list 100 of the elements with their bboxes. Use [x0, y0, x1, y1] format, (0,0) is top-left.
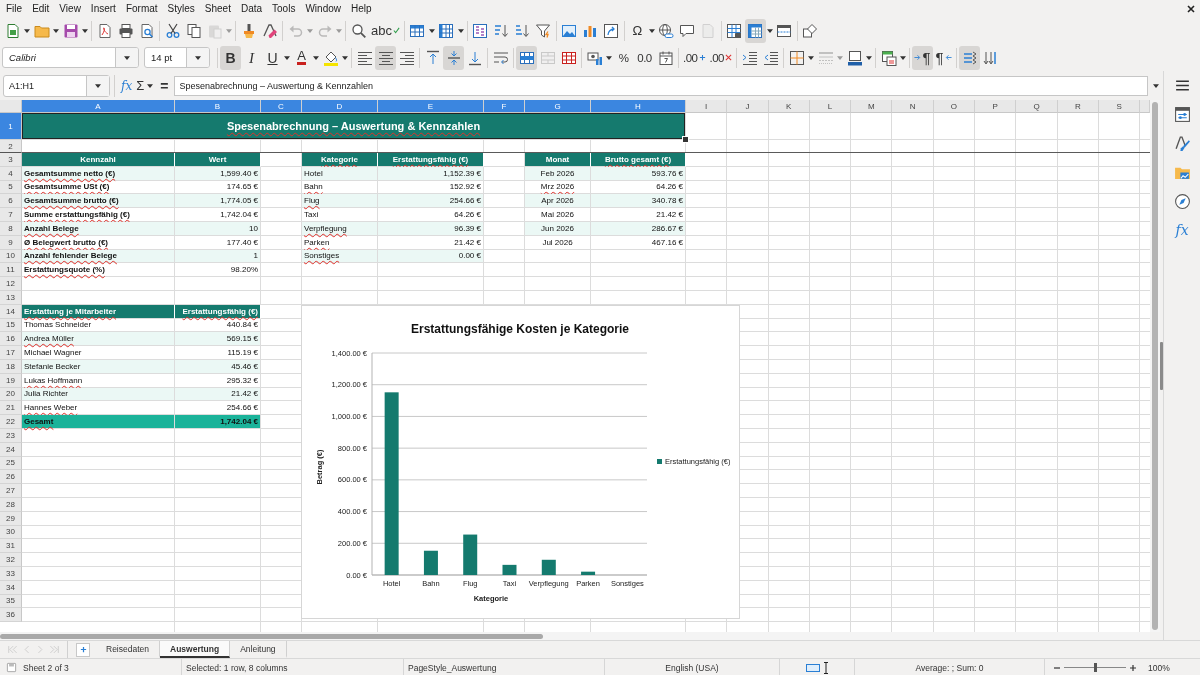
caret-icon[interactable]: [866, 55, 872, 60]
caret-icon[interactable]: [313, 55, 319, 60]
row-header[interactable]: 17: [0, 346, 22, 360]
menu-item[interactable]: Tools: [267, 1, 301, 16]
menu-item[interactable]: Format: [120, 1, 163, 16]
delete-decimal-button[interactable]: .00: [707, 45, 734, 70]
menu-item[interactable]: File: [1, 1, 28, 16]
column-header[interactable]: B: [175, 100, 261, 113]
row-header[interactable]: 11: [0, 263, 22, 278]
caret-icon[interactable]: [606, 55, 612, 60]
sheet-tab[interactable]: Auswertung: [160, 641, 231, 658]
caret-icon[interactable]: [195, 55, 201, 60]
column-header[interactable]: Q: [1016, 100, 1058, 113]
row-header[interactable]: 2: [0, 140, 22, 153]
text-direction-button[interactable]: [959, 45, 980, 70]
column-header[interactable]: L: [809, 100, 852, 113]
caret-icon[interactable]: [457, 28, 464, 33]
caret-icon[interactable]: [147, 83, 154, 88]
right-to-left-button[interactable]: ¶: [933, 45, 954, 70]
row-header[interactable]: 21: [0, 401, 22, 416]
number-format-button[interactable]: 0.0: [634, 45, 655, 70]
caret-icon[interactable]: [82, 28, 88, 33]
resize-handle[interactable]: [1160, 342, 1163, 390]
column-header[interactable]: G: [525, 100, 591, 113]
column-header[interactable]: I: [686, 100, 728, 113]
column-header[interactable]: C: [261, 100, 302, 113]
function-wizard-button[interactable]: fx: [119, 78, 135, 93]
menu-item[interactable]: Sheet: [199, 1, 236, 16]
special-character-button[interactable]: Ω: [626, 18, 648, 43]
caret-icon[interactable]: [808, 55, 814, 60]
menu-item[interactable]: Window: [300, 1, 346, 16]
row-header[interactable]: 26: [0, 470, 22, 485]
name-box[interactable]: A1:H1: [3, 74, 110, 97]
caret-icon[interactable]: [342, 55, 348, 60]
row-header[interactable]: 16: [0, 332, 22, 347]
caret-icon[interactable]: [648, 28, 655, 33]
caret-icon[interactable]: [53, 28, 59, 33]
add-sheet-button[interactable]: [76, 642, 90, 657]
row-header[interactable]: 22: [0, 415, 22, 429]
row-header[interactable]: 1: [0, 113, 22, 140]
italic-button[interactable]: I: [241, 45, 262, 70]
column-header[interactable]: N: [892, 100, 934, 113]
add-decimal-button[interactable]: .00: [681, 45, 708, 70]
row-header[interactable]: 36: [0, 608, 22, 623]
row-header[interactable]: 32: [0, 553, 22, 567]
caret-icon[interactable]: [428, 28, 435, 33]
column-header[interactable]: R: [1057, 100, 1099, 113]
caret-icon[interactable]: [24, 28, 30, 33]
zoom-percentage-text[interactable]: 100%: [1148, 662, 1170, 673]
row-header[interactable]: 12: [0, 277, 22, 291]
row-header[interactable]: 31: [0, 539, 22, 554]
column-header[interactable]: K: [768, 100, 810, 113]
center-vertically-button[interactable]: [443, 45, 464, 70]
caret-icon[interactable]: [124, 55, 130, 60]
column-header[interactable]: A: [22, 100, 175, 113]
column-header[interactable]: P: [975, 100, 1017, 113]
caret-icon[interactable]: [766, 28, 773, 33]
menu-item[interactable]: Edit: [27, 1, 55, 16]
selection-handle-icon[interactable]: [682, 136, 689, 143]
sheet-tab[interactable]: Anleitung: [230, 641, 287, 658]
slider-thumb[interactable]: [1093, 663, 1097, 672]
menu-item[interactable]: View: [54, 1, 86, 16]
column-header[interactable]: S: [1098, 100, 1141, 113]
percent-format-button[interactable]: %: [613, 45, 634, 70]
column-header[interactable]: H: [591, 100, 686, 113]
horizontal-scrollbar[interactable]: [0, 632, 1150, 640]
row-header[interactable]: 3: [0, 153, 22, 167]
row-header[interactable]: 27: [0, 484, 22, 498]
language-text[interactable]: English (USA): [665, 662, 719, 673]
formula-button[interactable]: =: [154, 77, 173, 94]
functions-button[interactable]: fx: [1170, 218, 1194, 242]
underline-button[interactable]: U: [262, 45, 283, 70]
scrollbar-thumb[interactable]: [0, 633, 543, 639]
column-header[interactable]: J: [727, 100, 769, 113]
formula-input-field[interactable]: Spesenabrechnung – Auswertung & Kennzahlen: [174, 75, 1148, 96]
row-header[interactable]: 6: [0, 194, 22, 209]
spelling-button[interactable]: abc: [369, 18, 402, 43]
menu-item[interactable]: Styles: [162, 1, 200, 16]
font-name-field[interactable]: Calibri: [2, 47, 139, 68]
selection-mode-icon[interactable]: [805, 663, 820, 672]
menu-item[interactable]: Help: [346, 1, 377, 16]
bold-button[interactable]: B: [220, 45, 241, 70]
font-size-field[interactable]: 14 pt: [144, 47, 210, 68]
left-to-right-button[interactable]: ¶: [912, 45, 933, 70]
close-icon[interactable]: [1187, 4, 1195, 13]
column-header[interactable]: M: [851, 100, 893, 113]
column-header[interactable]: F: [484, 100, 525, 113]
column-header[interactable]: E: [378, 100, 484, 113]
column-header[interactable]: D: [302, 100, 378, 113]
freeze-rows-columns-button[interactable]: [744, 18, 766, 43]
caret-icon[interactable]: [1153, 83, 1159, 88]
font-color-button[interactable]: A: [291, 45, 312, 70]
caret-icon[interactable]: [95, 83, 101, 88]
plus-icon[interactable]: [1129, 663, 1137, 672]
caret-icon[interactable]: [284, 55, 290, 60]
merge-center-button[interactable]: [516, 45, 537, 70]
row-header[interactable]: 7: [0, 208, 22, 222]
column-header[interactable]: O: [933, 100, 976, 113]
menu-item[interactable]: Data: [235, 1, 268, 16]
caret-icon[interactable]: [900, 55, 906, 60]
